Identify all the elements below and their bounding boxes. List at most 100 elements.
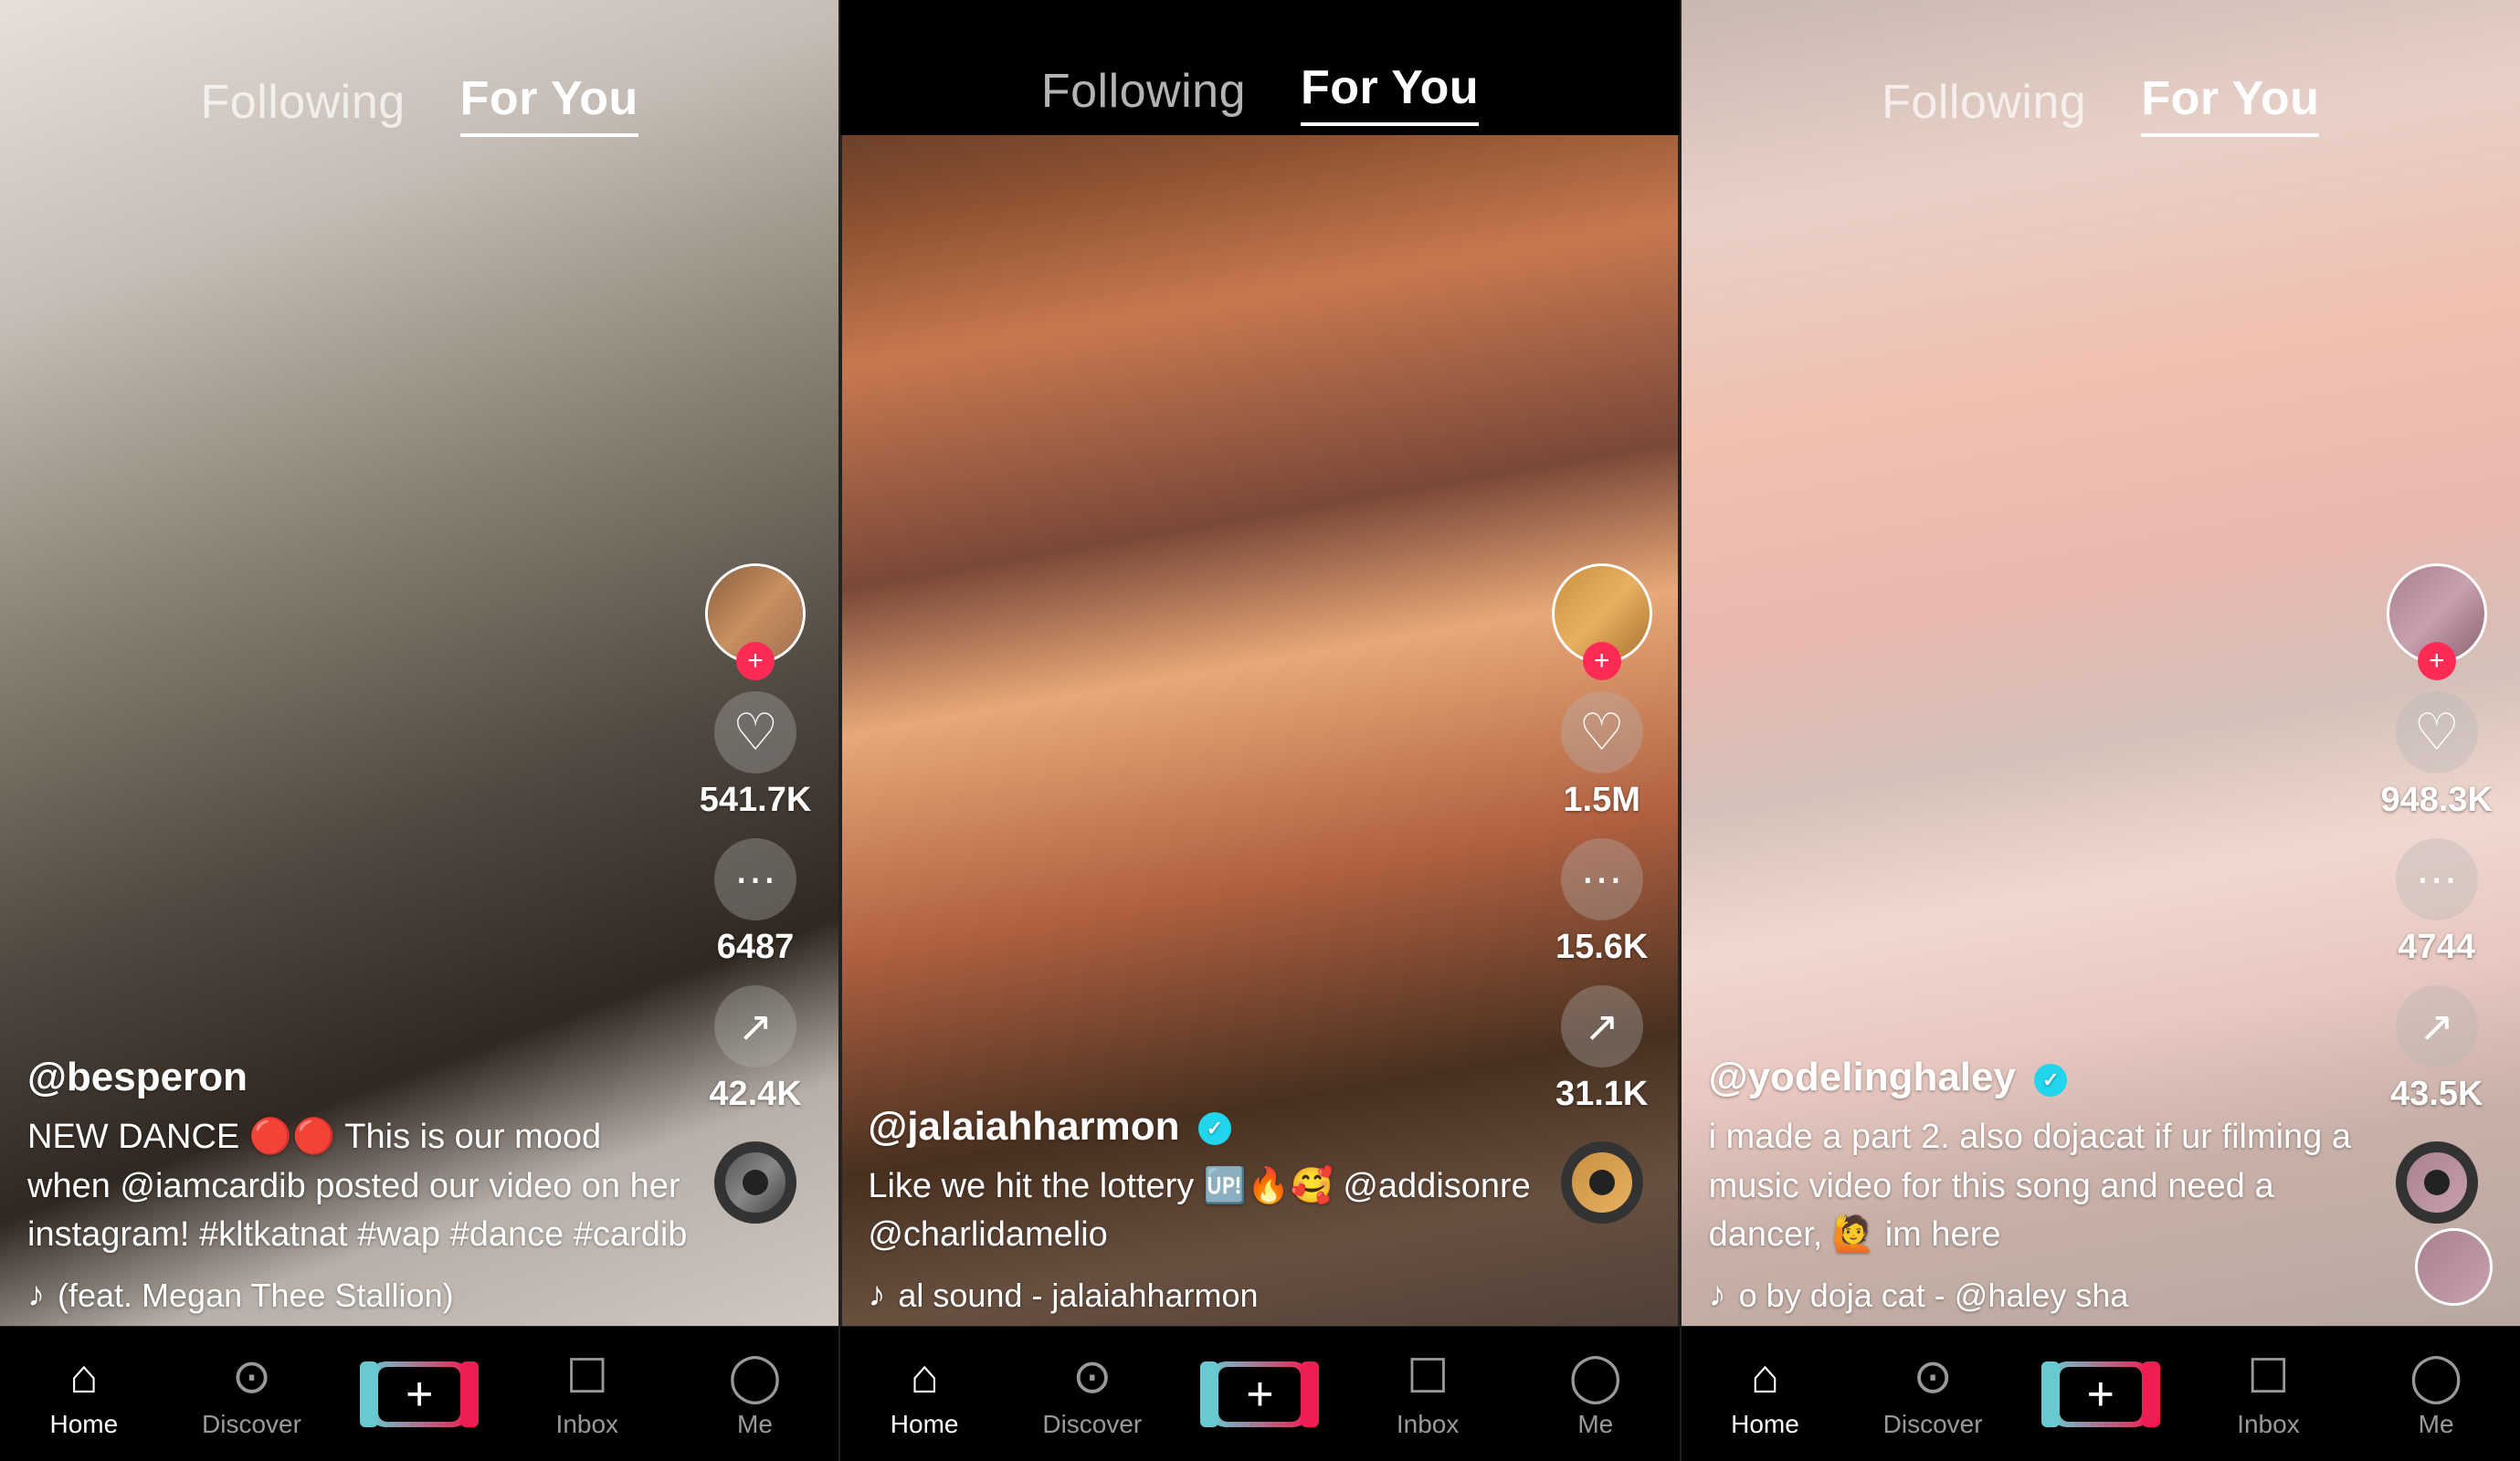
bottom-info-3: @yodelinghaley ✓ i made a part 2. also d… <box>1709 1055 2374 1315</box>
tab-following-1[interactable]: Following <box>201 75 406 137</box>
plus-sign-2: + <box>1218 1367 1301 1422</box>
home-label-3: Home <box>1731 1410 1799 1439</box>
actions-2: + ♡ 1.5M ⋯ 15.6K ↗ 31.1K <box>1552 563 1652 1224</box>
music-text-1: (feat. Megan Thee Stallion) <box>58 1277 454 1315</box>
tab-for-you-2[interactable]: For You <box>1301 60 1479 126</box>
discover-icon-3: ⊙ <box>1913 1350 1953 1404</box>
bottom-nav-1: ⌂ Home ⊙ Discover + ☐ Inbox ◯ Me <box>0 1326 838 1461</box>
nav-home-2[interactable]: ⌂ Home <box>870 1350 979 1439</box>
bottom-nav-3: ⌂ Home ⊙ Discover + ☐ Inbox ◯ Me <box>1682 1326 2520 1461</box>
nav-discover-3[interactable]: ⊙ Discover <box>1878 1350 1988 1439</box>
nav-me-3[interactable]: ◯ Me <box>2381 1350 2491 1439</box>
tab-for-you-3[interactable]: For You <box>2141 71 2319 137</box>
follow-btn-2[interactable]: + <box>1583 642 1621 680</box>
inbox-label-3: Inbox <box>2237 1410 2300 1439</box>
comment-icon-wrapper-2: ⋯ <box>1561 838 1643 920</box>
share-action-1[interactable]: ↗ 42.4K <box>709 985 801 1114</box>
nav-create-3[interactable]: + <box>2046 1361 2156 1427</box>
like-count-1: 541.7K <box>700 781 812 820</box>
music-bar-3: ♪ o by doja cat - @haley sha <box>1709 1276 2374 1315</box>
music-bar-1: ♪ (feat. Megan Thee Stallion) <box>27 1276 692 1315</box>
comment-icon-wrapper-1: ⋯ <box>714 838 796 920</box>
home-label-1: Home <box>49 1410 118 1439</box>
me-icon-1: ◯ <box>728 1350 781 1404</box>
share-icon-1: ↗ <box>738 1005 774 1047</box>
tab-following-3[interactable]: Following <box>1882 75 2086 137</box>
tab-following-2[interactable]: Following <box>1041 64 1246 126</box>
share-action-3[interactable]: ↗ 43.5K <box>2390 985 2483 1114</box>
discover-icon-2: ⊙ <box>1072 1350 1112 1404</box>
like-count-2: 1.5M <box>1563 781 1640 820</box>
home-icon-3: ⌂ <box>1751 1350 1779 1404</box>
nav-create-2[interactable]: + <box>1205 1361 1314 1427</box>
tab-for-you-1[interactable]: For You <box>460 71 638 137</box>
share-icon-wrapper-2: ↗ <box>1561 985 1643 1067</box>
actions-1: + ♡ 541.7K ⋯ 6487 ↗ 42.4K <box>700 563 812 1224</box>
music-note-3: ♪ <box>1709 1276 1726 1315</box>
music-disc-inner-3 <box>2424 1170 2450 1195</box>
create-btn-2[interactable]: + <box>1209 1361 1310 1427</box>
like-action-2[interactable]: ♡ 1.5M <box>1561 691 1643 820</box>
bottom-nav-2: ⌂ Home ⊙ Discover + ☐ Inbox ◯ Me <box>840 1326 1679 1461</box>
music-disc-1 <box>714 1141 796 1224</box>
home-label-2: Home <box>891 1410 959 1439</box>
music-text-2: al sound - jalaiahharmon <box>898 1277 1258 1315</box>
create-btn-3[interactable]: + <box>2051 1361 2151 1427</box>
nav-discover-1[interactable]: ⊙ Discover <box>196 1350 306 1439</box>
home-icon-2: ⌂ <box>910 1350 938 1404</box>
me-icon-2: ◯ <box>1569 1350 1622 1404</box>
avatar-wrapper-1[interactable]: + <box>705 563 806 664</box>
comment-action-1[interactable]: ⋯ 6487 <box>714 838 796 967</box>
nav-inbox-3[interactable]: ☐ Inbox <box>2213 1350 2323 1439</box>
me-icon-3: ◯ <box>2409 1350 2462 1404</box>
header-2: Following For You <box>840 0 1679 135</box>
plus-sign-1: + <box>378 1367 460 1422</box>
comment-action-2[interactable]: ⋯ 15.6K <box>1555 838 1648 967</box>
heart-icon-2: ♡ <box>1579 707 1625 758</box>
music-note-2: ♪ <box>868 1276 885 1315</box>
caption-3: i made a part 2. also dojacat if ur film… <box>1709 1113 2374 1259</box>
like-action-1[interactable]: ♡ 541.7K <box>700 691 812 820</box>
create-btn-1[interactable]: + <box>369 1361 469 1427</box>
follow-btn-3[interactable]: + <box>2418 642 2456 680</box>
share-icon-2: ↗ <box>1584 1005 1619 1047</box>
like-icon-wrapper-1: ♡ <box>714 691 796 773</box>
header-3: Following For You <box>1682 0 2520 146</box>
nav-me-2[interactable]: ◯ Me <box>1541 1350 1650 1439</box>
caption-1: NEW DANCE 🔴🔴 This is our mood when @iamc… <box>27 1113 692 1259</box>
share-icon-wrapper-1: ↗ <box>714 985 796 1067</box>
profile-bottom-right-3 <box>2415 1228 2493 1306</box>
nav-home-3[interactable]: ⌂ Home <box>1710 1350 1819 1439</box>
me-label-2: Me <box>1577 1410 1613 1439</box>
discover-label-3: Discover <box>1883 1410 1983 1439</box>
avatar-wrapper-3[interactable]: + <box>2387 563 2487 664</box>
avatar-wrapper-2[interactable]: + <box>1552 563 1652 664</box>
share-action-2[interactable]: ↗ 31.1K <box>1555 985 1648 1114</box>
inbox-icon-2: ☐ <box>1407 1350 1450 1404</box>
nav-home-1[interactable]: ⌂ Home <box>29 1350 139 1439</box>
actions-3: + ♡ 948.3K ⋯ 4744 ↗ 43.5K <box>2380 563 2493 1224</box>
nav-create-1[interactable]: + <box>364 1361 474 1427</box>
like-icon-wrapper-3: ♡ <box>2396 691 2478 773</box>
nav-inbox-2[interactable]: ☐ Inbox <box>1373 1350 1482 1439</box>
username-2: @jalaiahharmon ✓ <box>868 1104 1533 1150</box>
me-label-1: Me <box>737 1410 773 1439</box>
comment-icon-2: ⋯ <box>1581 858 1623 900</box>
share-icon-3: ↗ <box>2419 1005 2454 1047</box>
like-action-3[interactable]: ♡ 948.3K <box>2380 691 2493 820</box>
comment-count-3: 4744 <box>2398 928 2475 967</box>
plus-sign-3: + <box>2060 1367 2142 1422</box>
follow-btn-1[interactable]: + <box>736 642 775 680</box>
nav-discover-2[interactable]: ⊙ Discover <box>1038 1350 1147 1439</box>
discover-icon-1: ⊙ <box>232 1350 272 1404</box>
inbox-label-2: Inbox <box>1397 1410 1460 1439</box>
nav-inbox-1[interactable]: ☐ Inbox <box>532 1350 642 1439</box>
discover-label-1: Discover <box>202 1410 301 1439</box>
music-disc-2 <box>1561 1141 1643 1224</box>
music-disc-inner-2 <box>1589 1170 1615 1195</box>
bottom-info-1: @besperon NEW DANCE 🔴🔴 This is our mood … <box>27 1055 692 1315</box>
nav-me-1[interactable]: ◯ Me <box>700 1350 809 1439</box>
verified-badge-2: ✓ <box>1198 1112 1231 1145</box>
inbox-icon-3: ☐ <box>2247 1350 2290 1404</box>
comment-action-3[interactable]: ⋯ 4744 <box>2396 838 2478 967</box>
